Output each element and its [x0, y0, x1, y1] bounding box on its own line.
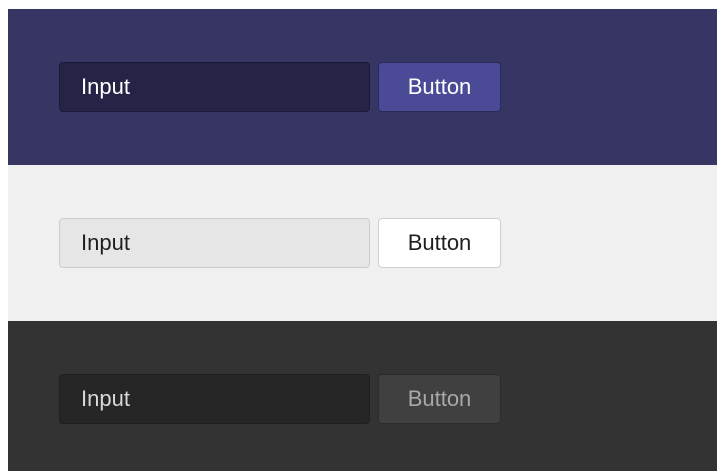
light-theme-button[interactable]: Button: [378, 218, 501, 268]
light-theme-panel: Button: [8, 165, 717, 321]
dark-theme-panel: Button: [8, 321, 717, 471]
purple-theme-button[interactable]: Button: [378, 62, 501, 112]
purple-theme-input[interactable]: [59, 62, 370, 112]
purple-theme-panel: Button: [8, 9, 717, 165]
light-theme-input[interactable]: [59, 218, 370, 268]
theme-demo-stage: Button Button Button: [0, 0, 717, 471]
dark-theme-button[interactable]: Button: [378, 374, 501, 424]
dark-theme-input[interactable]: [59, 374, 370, 424]
